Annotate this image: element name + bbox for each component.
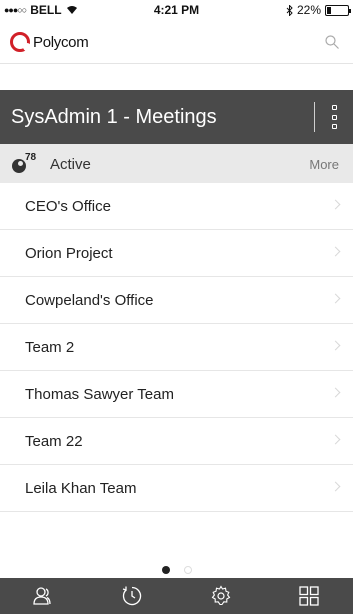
- more-options-icon[interactable]: [329, 105, 339, 129]
- list-item[interactable]: Orion Project: [0, 230, 353, 277]
- list-item-label: Cowpeland's Office: [25, 292, 154, 309]
- active-label: Active: [50, 156, 91, 173]
- chevron-right-icon: [330, 387, 341, 398]
- page-dot[interactable]: [183, 566, 192, 574]
- chevron-right-icon: [330, 199, 341, 210]
- grid-icon: [299, 586, 319, 606]
- chevron-right-icon: [330, 293, 341, 304]
- bottom-tab-bar: [0, 578, 353, 614]
- list-item[interactable]: CEO's Office: [0, 183, 353, 230]
- page-header: SysAdmin 1 - Meetings: [0, 90, 353, 144]
- chevron-right-icon: [330, 434, 341, 445]
- brand-bar: Polycom: [0, 20, 353, 64]
- list-item-label: Team 2: [25, 339, 75, 356]
- chevron-right-icon: [330, 340, 341, 351]
- active-meetings-icon: [12, 159, 26, 173]
- history-icon: [123, 586, 142, 606]
- settings-icon: [211, 585, 230, 606]
- meetings-list: CEO's Office Orion Project Cowpeland's O…: [0, 183, 353, 512]
- battery-info: 22%: [286, 3, 351, 17]
- search-icon[interactable]: [325, 35, 339, 49]
- tab-contacts[interactable]: [24, 581, 64, 611]
- list-item-label: CEO's Office: [25, 198, 111, 215]
- list-item-label: Team 22: [25, 433, 83, 450]
- page-title: SysAdmin 1 - Meetings: [11, 106, 217, 128]
- tab-history[interactable]: [112, 581, 152, 611]
- polycom-logo-icon: [10, 32, 31, 52]
- active-count-badge: 78: [25, 152, 37, 163]
- tab-settings[interactable]: [201, 581, 241, 611]
- status-bar: ●●●○○ BELL 4:21 PM 22%: [0, 0, 353, 20]
- contacts-icon: [33, 587, 51, 605]
- polycom-logo: Polycom: [10, 32, 89, 52]
- list-item-label: Thomas Sawyer Team: [25, 386, 174, 403]
- battery-icon: [325, 4, 351, 16]
- bluetooth-icon: [286, 4, 293, 16]
- list-item[interactable]: Thomas Sawyer Team: [0, 371, 353, 418]
- battery-percent: 22%: [296, 3, 321, 17]
- list-item-label: Leila Khan Team: [25, 480, 137, 497]
- list-item[interactable]: Team 2: [0, 324, 353, 371]
- list-item[interactable]: Leila Khan Team: [0, 465, 353, 512]
- list-item[interactable]: Cowpeland's Office: [0, 277, 353, 324]
- active-section-header: 78 Active More: [0, 144, 353, 183]
- brand-name: Polycom: [33, 33, 89, 51]
- list-item[interactable]: Team 22: [0, 418, 353, 465]
- list-item-label: Orion Project: [25, 245, 113, 262]
- chevron-right-icon: [330, 481, 341, 492]
- page-indicator: [0, 566, 353, 574]
- tab-apps[interactable]: [289, 581, 329, 611]
- more-button[interactable]: More: [309, 157, 339, 172]
- chevron-right-icon: [330, 246, 341, 257]
- page-dot-active[interactable]: [161, 566, 170, 574]
- header-divider: [314, 102, 315, 132]
